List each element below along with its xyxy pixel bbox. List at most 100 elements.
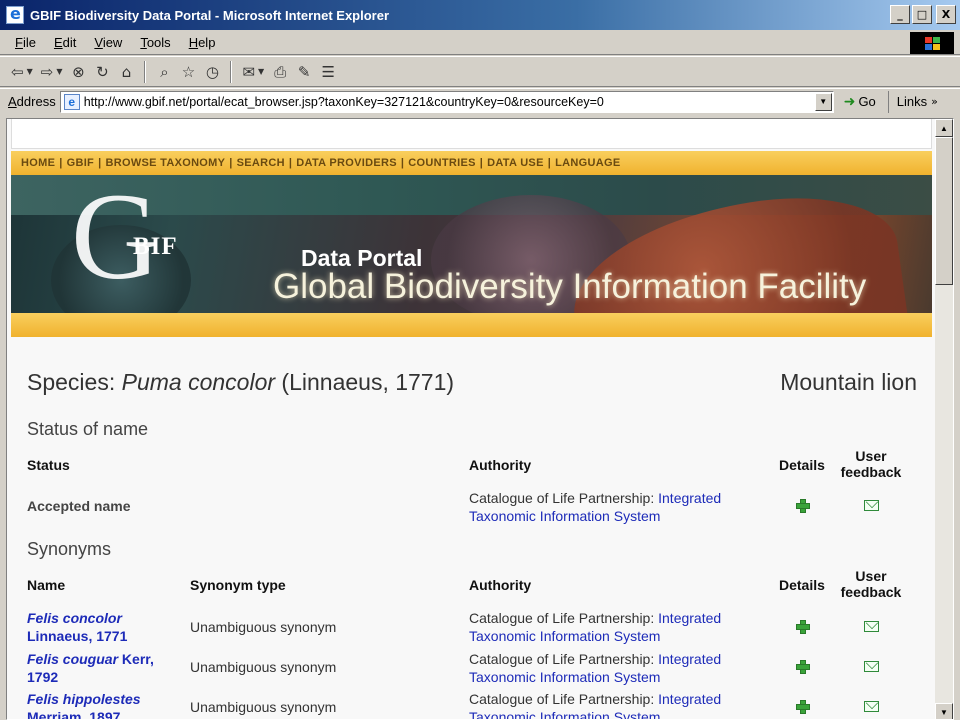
feedback-mail-icon[interactable] [864, 621, 879, 632]
page-icon: e [63, 93, 80, 110]
forward-dropdown-icon[interactable]: ▼ [56, 67, 62, 76]
page-top-strip [11, 119, 932, 149]
species-heading: Species: Puma concolor (Linnaeus, 1771) [27, 369, 455, 395]
status-value: Accepted name [27, 498, 131, 514]
home-icon: ⌂ [121, 62, 132, 81]
details-plus-icon[interactable] [796, 660, 810, 674]
nav-search[interactable]: SEARCH [233, 157, 289, 169]
authority-link[interactable]: Taxonomic Information System [469, 508, 660, 524]
authority-link[interactable]: Integrated [658, 691, 721, 707]
authority-link[interactable]: Integrated [658, 651, 721, 667]
address-label: Address [8, 94, 56, 109]
maximize-button[interactable]: □ [912, 5, 932, 24]
scroll-thumb[interactable] [935, 137, 953, 285]
favorites-button[interactable]: ☆ [177, 60, 199, 84]
authority-link[interactable]: Taxonomic Information System [469, 669, 660, 685]
refresh-button[interactable]: ↻ [91, 60, 113, 84]
synonyms-col-feedback: User feedback [840, 568, 902, 600]
vertical-scrollbar[interactable]: ▲ ▼ [935, 119, 953, 719]
mail-button[interactable]: ✉ ▼ [239, 60, 267, 84]
address-input[interactable]: e http://www.gbif.net/portal/ecat_browse… [59, 90, 834, 113]
status-section-title: Status of name [27, 419, 149, 439]
home-button[interactable]: ⌂ [115, 60, 137, 84]
close-button[interactable]: X [936, 5, 956, 24]
nav-language[interactable]: LANGUAGE [551, 157, 624, 169]
synonym-name[interactable]: Felis hippolestes Merriam, 1897 [27, 690, 141, 719]
authority-link[interactable]: Integrated [658, 610, 721, 626]
gbif-logo[interactable]: G BIF [71, 175, 201, 305]
details-plus-icon[interactable] [796, 499, 810, 513]
links-label: Links [896, 94, 928, 109]
address-bar: Address e http://www.gbif.net/portal/eca… [0, 88, 960, 114]
window-title: GBIF Biodiversity Data Portal - Microsof… [30, 7, 390, 23]
favorites-icon: ☆ [181, 62, 196, 81]
back-dropdown-icon[interactable]: ▼ [27, 67, 33, 76]
menu-tools[interactable]: Tools [131, 35, 179, 50]
details-plus-icon[interactable] [796, 700, 810, 714]
title-bar: GBIF Biodiversity Data Portal - Microsof… [0, 0, 960, 30]
nav-home[interactable]: HOME [17, 157, 59, 169]
stop-icon: ⊗ [72, 62, 85, 81]
details-plus-icon[interactable] [796, 620, 810, 634]
synonyms-col-name: Name [27, 577, 66, 593]
address-url[interactable]: http://www.gbif.net/portal/ecat_browser.… [84, 95, 604, 109]
synonym-type: Unambiguous synonym [190, 699, 337, 715]
nav-gbif[interactable]: GBIF [63, 157, 98, 169]
scroll-up-icon[interactable]: ▲ [935, 119, 953, 137]
stop-button[interactable]: ⊗ [67, 60, 89, 84]
authority-link[interactable]: Taxonomic Information System [469, 628, 660, 644]
status-authority: Catalogue of Life Partnership: Integrate… [469, 490, 722, 524]
synonym-authority: Catalogue of Life Partnership: Integrate… [469, 651, 722, 685]
scroll-down-icon[interactable]: ▼ [935, 703, 953, 719]
go-arrow-icon: ➜ [843, 93, 856, 110]
go-label: Go [858, 94, 876, 109]
banner-title: Global Biodiversity Information Facility [273, 267, 867, 306]
feedback-mail-icon[interactable] [864, 500, 879, 511]
menu-edit[interactable]: Edit [45, 35, 85, 50]
chevron-right-icon: » [931, 95, 938, 108]
menu-view[interactable]: View [85, 35, 131, 50]
authority-link[interactable]: Integrated [658, 490, 721, 506]
print-button[interactable]: ⎙ [269, 60, 291, 84]
forward-arrow-icon: ⇨ [40, 62, 54, 81]
nav-countries[interactable]: COUNTRIES [404, 157, 479, 169]
status-col-feedback: User feedback [840, 448, 902, 480]
synonym-type: Unambiguous synonym [190, 659, 337, 675]
species-author: (Linnaeus, 1771) [275, 369, 455, 395]
print-icon: ⎙ [274, 62, 287, 81]
links-button[interactable]: Links » [887, 90, 938, 113]
nav-data-providers[interactable]: DATA PROVIDERS [292, 157, 401, 169]
mail-dropdown-icon[interactable]: ▼ [258, 67, 264, 76]
synonym-name[interactable]: Felis couguar Kerr, 1792 [27, 650, 154, 686]
edit-button[interactable]: ✎ [293, 60, 315, 84]
refresh-icon: ↻ [96, 62, 109, 81]
synonyms-col-details: Details [779, 577, 825, 593]
discuss-icon: ☰ [321, 62, 335, 81]
synonym-authority: Catalogue of Life Partnership: Integrate… [469, 690, 721, 719]
nav-data-use[interactable]: DATA USE [483, 157, 548, 169]
menu-file[interactable]: File [6, 35, 45, 50]
minimize-button[interactable]: _ [890, 5, 910, 24]
history-button[interactable]: ◷ [201, 60, 223, 84]
synonyms-col-type: Synonym type [190, 577, 286, 593]
status-col-details: Details [779, 457, 825, 473]
synonym-authority: Catalogue of Life Partnership: Integrate… [469, 610, 722, 644]
search-button[interactable]: ⌕ [153, 60, 175, 84]
search-icon: ⌕ [160, 62, 169, 81]
history-icon: ◷ [205, 62, 220, 81]
discuss-button[interactable]: ☰ [317, 60, 339, 84]
back-button[interactable]: ⇦ ▼ [8, 60, 36, 84]
feedback-mail-icon[interactable] [864, 701, 879, 712]
go-button[interactable]: ➜ Go [844, 94, 876, 110]
menu-help[interactable]: Help [180, 35, 225, 50]
ie-icon[interactable] [6, 4, 24, 24]
address-dropdown-icon[interactable]: ▼ [814, 92, 832, 111]
windows-logo-icon [910, 32, 954, 54]
synonym-name[interactable]: Felis concolor Linnaeus, 1771 [27, 609, 127, 645]
authority-link[interactable]: Taxonomic Information System [469, 709, 660, 719]
back-arrow-icon: ⇦ [11, 62, 24, 81]
site-navigation: HOME | GBIF | BROWSE TAXONOMY | SEARCH | DAT… [11, 151, 932, 175]
forward-button[interactable]: ⇨ ▼ [38, 60, 66, 84]
feedback-mail-icon[interactable] [864, 661, 879, 672]
nav-browse-taxonomy[interactable]: BROWSE TAXONOMY [101, 157, 229, 169]
